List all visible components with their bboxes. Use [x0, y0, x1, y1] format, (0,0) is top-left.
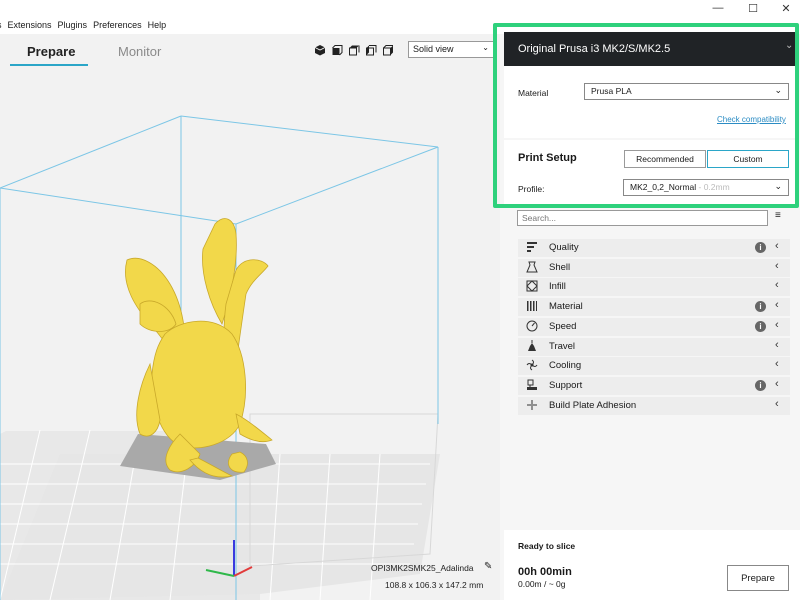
view-right-icon[interactable]: [382, 44, 394, 56]
material-icon: [527, 301, 537, 312]
minimize-button[interactable]: —: [708, 2, 728, 14]
category-speed[interactable]: Speed i ‹: [518, 317, 790, 336]
cooling-icon: [526, 359, 538, 371]
category-material[interactable]: Material i ‹: [518, 298, 790, 317]
view-orientation-toolbar: [314, 44, 394, 56]
slice-status: Ready to slice: [518, 541, 576, 551]
category-label: Speed: [549, 320, 577, 332]
category-quality[interactable]: Quality i ‹: [518, 239, 790, 257]
build-volume-scene[interactable]: [0, 34, 500, 600]
tab-prepare[interactable]: Prepare: [27, 44, 75, 59]
category-label: Quality: [549, 242, 579, 253]
info-icon[interactable]: i: [755, 379, 766, 391]
object-name: OPI3MK2SMK25_Adalinda: [371, 563, 474, 573]
main-menu: s Extensions Plugins Preferences Help: [0, 20, 166, 30]
adhesion-icon: [527, 399, 537, 410]
chevron-left-icon[interactable]: ‹: [775, 378, 779, 390]
quality-icon: [527, 242, 537, 252]
category-label: Shell: [549, 261, 571, 273]
chevron-left-icon[interactable]: ‹: [775, 240, 779, 252]
view-mode-dropdown[interactable]: Solid view ⌄: [408, 41, 494, 58]
view-left-icon[interactable]: [365, 44, 377, 56]
view-mode-value: Solid view: [413, 44, 454, 54]
print-time-estimate: 00h 00min: [518, 566, 572, 578]
chevron-left-icon[interactable]: ‹: [775, 358, 779, 370]
view-top-icon[interactable]: [348, 44, 360, 56]
info-icon[interactable]: i: [755, 301, 766, 313]
infill-icon: [526, 280, 538, 293]
view-3d-icon[interactable]: [314, 44, 326, 56]
close-button[interactable]: ✕: [776, 2, 796, 15]
category-cooling[interactable]: Cooling ‹: [518, 357, 790, 376]
speed-icon: [526, 320, 538, 332]
travel-icon: [528, 339, 536, 351]
info-icon[interactable]: i: [755, 320, 766, 332]
highlight-frame: [493, 23, 799, 208]
hamburger-menu-icon[interactable]: ≡: [775, 210, 781, 221]
settings-search-input[interactable]: [517, 210, 768, 226]
chevron-left-icon[interactable]: ‹: [775, 260, 779, 272]
prepare-button[interactable]: Prepare: [727, 565, 789, 591]
menu-item-preferences[interactable]: Preferences: [93, 20, 142, 30]
menu-item-help[interactable]: Help: [148, 20, 167, 30]
category-label: Build Plate Adhesion: [549, 399, 637, 411]
material-usage-estimate: 0.00m / ~ 0g: [518, 579, 566, 589]
active-tab-underline: [10, 64, 88, 66]
view-front-icon[interactable]: [331, 44, 343, 56]
category-label: Material: [549, 301, 583, 313]
chevron-left-icon[interactable]: ‹: [775, 398, 779, 410]
category-label: Infill: [549, 281, 566, 293]
category-travel[interactable]: Travel ‹: [518, 337, 790, 356]
shell-icon: [526, 261, 538, 273]
chevron-left-icon[interactable]: ‹: [775, 299, 779, 311]
info-icon[interactable]: i: [755, 242, 766, 253]
category-build-plate-adhesion[interactable]: Build Plate Adhesion ‹: [518, 396, 790, 415]
menu-item-partial[interactable]: s: [0, 20, 2, 30]
pencil-icon[interactable]: ✎: [484, 561, 492, 572]
tab-monitor[interactable]: Monitor: [118, 44, 161, 59]
category-infill[interactable]: Infill ‹: [518, 278, 790, 297]
maximize-button[interactable]: ☐: [743, 2, 763, 15]
category-support[interactable]: Support i ‹: [518, 376, 790, 395]
category-label: Travel: [549, 340, 576, 352]
chevron-left-icon[interactable]: ‹: [775, 339, 779, 351]
chevron-left-icon[interactable]: ‹: [775, 279, 779, 291]
menu-item-plugins[interactable]: Plugins: [58, 20, 88, 30]
support-icon: [527, 379, 537, 390]
category-shell[interactable]: Shell ‹: [518, 258, 790, 277]
category-label: Support: [549, 379, 583, 391]
object-dimensions: 108.8 x 106.3 x 147.2 mm: [385, 580, 484, 590]
menu-item-extensions[interactable]: Extensions: [8, 20, 52, 30]
chevron-down-icon: ⌄: [482, 43, 489, 52]
category-label: Cooling: [549, 360, 582, 372]
chevron-left-icon[interactable]: ‹: [775, 319, 779, 331]
